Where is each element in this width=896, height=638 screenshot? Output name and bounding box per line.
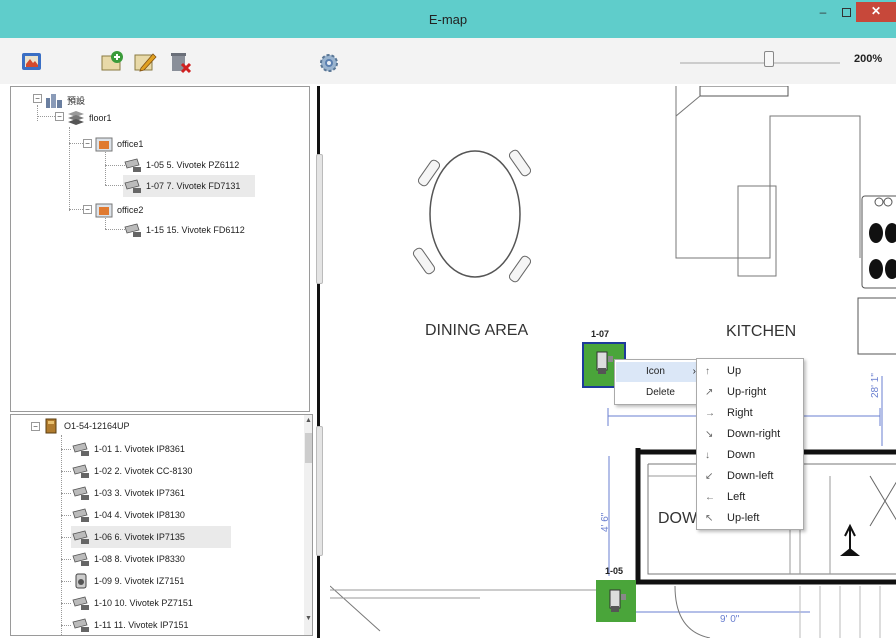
tree-node-floor[interactable]: floor1: [66, 107, 112, 129]
menu-item-icon[interactable]: Icon ›: [616, 362, 702, 382]
submenu-item-up-left[interactable]: ↖ Up-left: [699, 508, 803, 529]
camera-label: 1-05: [605, 566, 624, 576]
camera-direction-icon: →: [705, 408, 715, 419]
camera-direction-icon: ↗: [705, 387, 714, 398]
dow-label: DOW: [658, 510, 698, 527]
camera-direction-icon: ↓: [705, 450, 710, 461]
tree-node-nvr[interactable]: O1-54-12164UP: [41, 415, 130, 437]
tree-node-camera[interactable]: 1-15 15. Vivotek FD6112: [123, 219, 245, 241]
tree-node-camera[interactable]: 1-04 4. Vivotek IP8130: [61, 504, 185, 526]
tree-expander[interactable]: −: [33, 94, 42, 103]
speed-dome-icon: [75, 573, 87, 589]
camera-icon: [72, 618, 89, 632]
camera-icon: [124, 158, 141, 172]
camera-icon: [72, 486, 89, 500]
device-tree-panel: − O1-54-12164UP 1-01 1. Vivotek IP8361 1-…: [10, 414, 313, 636]
tree-node-camera[interactable]: 1-08 8. Vivotek IP8330: [61, 548, 185, 570]
scroll-thumb[interactable]: [305, 433, 312, 463]
submenu-item-up-right[interactable]: ↗ Up-right: [699, 382, 803, 403]
tree-node-camera[interactable]: 1-11 11. Vivotek IP7151: [61, 614, 189, 635]
maximize-button[interactable]: [840, 6, 854, 20]
minimize-button[interactable]: –: [816, 6, 830, 20]
delete-map-icon[interactable]: [168, 50, 192, 74]
scroll-down-arrow[interactable]: ▼: [304, 615, 312, 625]
device-tree-scrollbar[interactable]: ▲ ▼: [304, 415, 312, 635]
camera-down-icon: [609, 589, 626, 612]
camera-direction-icon: ↘: [705, 429, 714, 440]
icon-submenu: ↑ Up ↗ Up-right → Right ↘ Down-right ↓ Down ↙ Down-…: [696, 358, 804, 530]
dimension-label: 9' 0": [720, 614, 740, 625]
kitchen-label: KITCHEN: [726, 323, 797, 340]
emap-app-icon[interactable]: [20, 50, 44, 74]
camera-label: 1-07: [591, 329, 610, 339]
camera-icon: [124, 223, 141, 237]
tree-expander[interactable]: −: [31, 422, 40, 431]
camera-direction-icon: ↑: [705, 366, 710, 377]
camera-marker[interactable]: [596, 580, 636, 622]
camera-icon: [72, 508, 89, 522]
tree-node-camera-selected[interactable]: 1-07 7. Vivotek FD7131: [123, 175, 255, 197]
dining-area-label: DINING AREA: [425, 322, 529, 339]
close-button[interactable]: ✕: [856, 2, 896, 22]
scroll-up-arrow[interactable]: ▲: [304, 417, 312, 427]
camera-direction-icon: ↙: [705, 471, 714, 482]
submenu-item-down[interactable]: ↓ Down: [699, 445, 803, 466]
dimension-label: 28' 1": [870, 373, 881, 398]
tree-node-camera[interactable]: 1-10 10. Vivotek PZ7151: [61, 592, 193, 614]
edit-map-icon[interactable]: [133, 50, 157, 74]
title-bar[interactable]: E-map – ✕: [0, 0, 896, 38]
zoom-slider-thumb[interactable]: [764, 51, 774, 67]
camera-icon: [72, 596, 89, 610]
camera-icon: [72, 530, 89, 544]
settings-gear-icon[interactable]: [318, 52, 342, 76]
tree-expander[interactable]: −: [55, 112, 64, 121]
tree-node-office1[interactable]: office1: [94, 133, 143, 155]
map-tree-panel: − 預設 − floor1 − office1 1-05 5. Vivotek …: [10, 86, 310, 412]
tree-node-camera[interactable]: 1-06 6. Vivotek IP7135: [61, 526, 231, 548]
add-map-icon[interactable]: [100, 50, 124, 74]
context-menu: Icon › Delete: [614, 359, 704, 405]
emap-window: E-map – ✕ 200% − 預設 − floor1 − office1 1…: [0, 0, 896, 638]
submenu-item-down-left[interactable]: ↙ Down-left: [699, 466, 803, 487]
tree-expander[interactable]: −: [83, 139, 92, 148]
camera-icon: [72, 442, 89, 456]
nvr-device-icon: [45, 418, 57, 434]
tree-node-camera[interactable]: 1-02 2. Vivotek CC-8130: [61, 460, 192, 482]
camera-direction-icon: ←: [705, 492, 715, 503]
camera-icon: [72, 552, 89, 566]
submenu-item-left[interactable]: ← Left: [699, 487, 803, 508]
tree-node-office2[interactable]: office2: [94, 199, 143, 221]
tree-node-camera[interactable]: 1-01 1. Vivotek IP8361: [61, 438, 185, 460]
toolbar: [0, 38, 896, 84]
tree-node-camera[interactable]: 1-03 3. Vivotek IP7361: [61, 482, 185, 504]
window-title: E-map: [428, 12, 468, 27]
tree-expander[interactable]: −: [83, 205, 92, 214]
submenu-item-right[interactable]: → Right: [699, 403, 803, 424]
camera-direction-icon: ↖: [705, 513, 714, 524]
submenu-item-up[interactable]: ↑ Up: [699, 361, 803, 382]
tree-node-camera[interactable]: 1-05 5. Vivotek PZ6112: [123, 154, 239, 176]
buildings-icon: [46, 94, 62, 108]
dimension-label: 4' 6": [600, 512, 611, 532]
submenu-item-down-right[interactable]: ↘ Down-right: [699, 424, 803, 445]
menu-item-delete[interactable]: Delete: [616, 383, 702, 403]
map-folder-icon: [95, 203, 113, 218]
camera-icon: [72, 464, 89, 478]
camera-icon: [124, 179, 141, 193]
zoom-level: 200%: [854, 53, 883, 65]
zoom-slider-track[interactable]: [680, 62, 840, 64]
panel-splitter[interactable]: [313, 86, 329, 638]
tree-node-camera[interactable]: 1-09 9. Vivotek IZ7151: [61, 570, 184, 592]
floor-stack-icon: [68, 111, 84, 125]
map-folder-icon: [95, 137, 113, 152]
